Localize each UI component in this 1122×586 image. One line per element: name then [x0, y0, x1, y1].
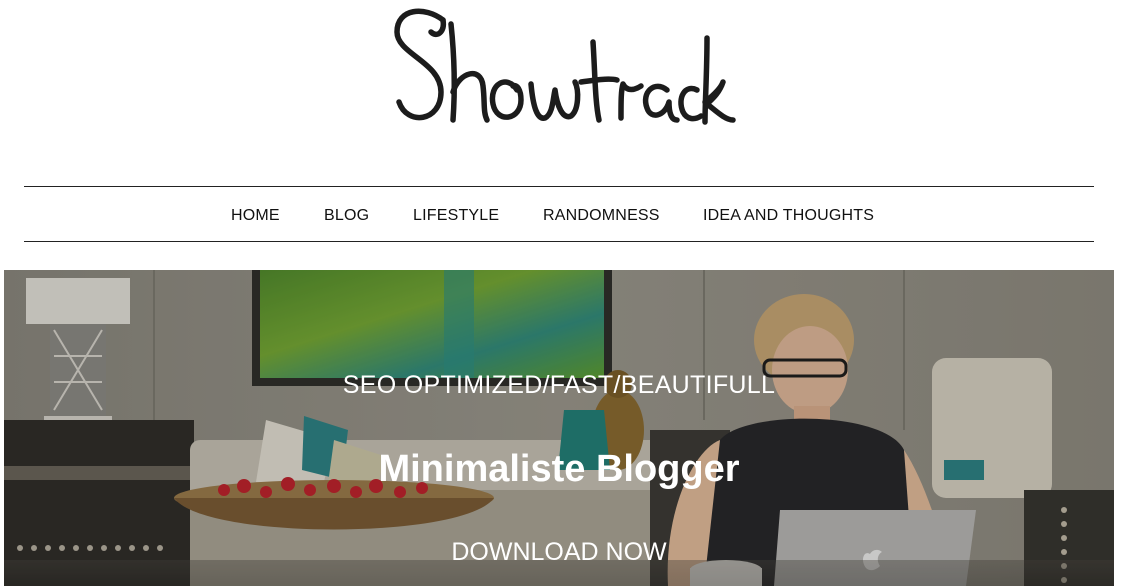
nav-item-blog[interactable]: BLOG — [324, 207, 369, 225]
hero-title: Minimaliste Blogger — [378, 448, 740, 490]
nav-item-lifestyle[interactable]: LIFESTYLE — [413, 207, 499, 225]
main-navigation: HOME BLOG LIFESTYLE RANDOMNESS IDEA AND … — [24, 186, 1094, 242]
site-logo[interactable] — [385, 2, 737, 132]
download-now-button[interactable]: DOWNLOAD NOW — [4, 538, 1114, 567]
nav-item-randomness[interactable]: RANDOMNESS — [543, 207, 660, 225]
logo-script-graphic — [394, 8, 736, 125]
nav-item-home[interactable]: HOME — [231, 207, 280, 225]
nav-item-idea-and-thoughts[interactable]: IDEA AND THOUGHTS — [703, 207, 874, 225]
hero-banner: SEO OPTIMIZED/FAST/BEAUTIFULL Minimalist… — [4, 270, 1114, 586]
hero-tagline: SEO OPTIMIZED/FAST/BEAUTIFULL — [342, 371, 776, 399]
page: HOME BLOG LIFESTYLE RANDOMNESS IDEA AND … — [0, 0, 1122, 586]
